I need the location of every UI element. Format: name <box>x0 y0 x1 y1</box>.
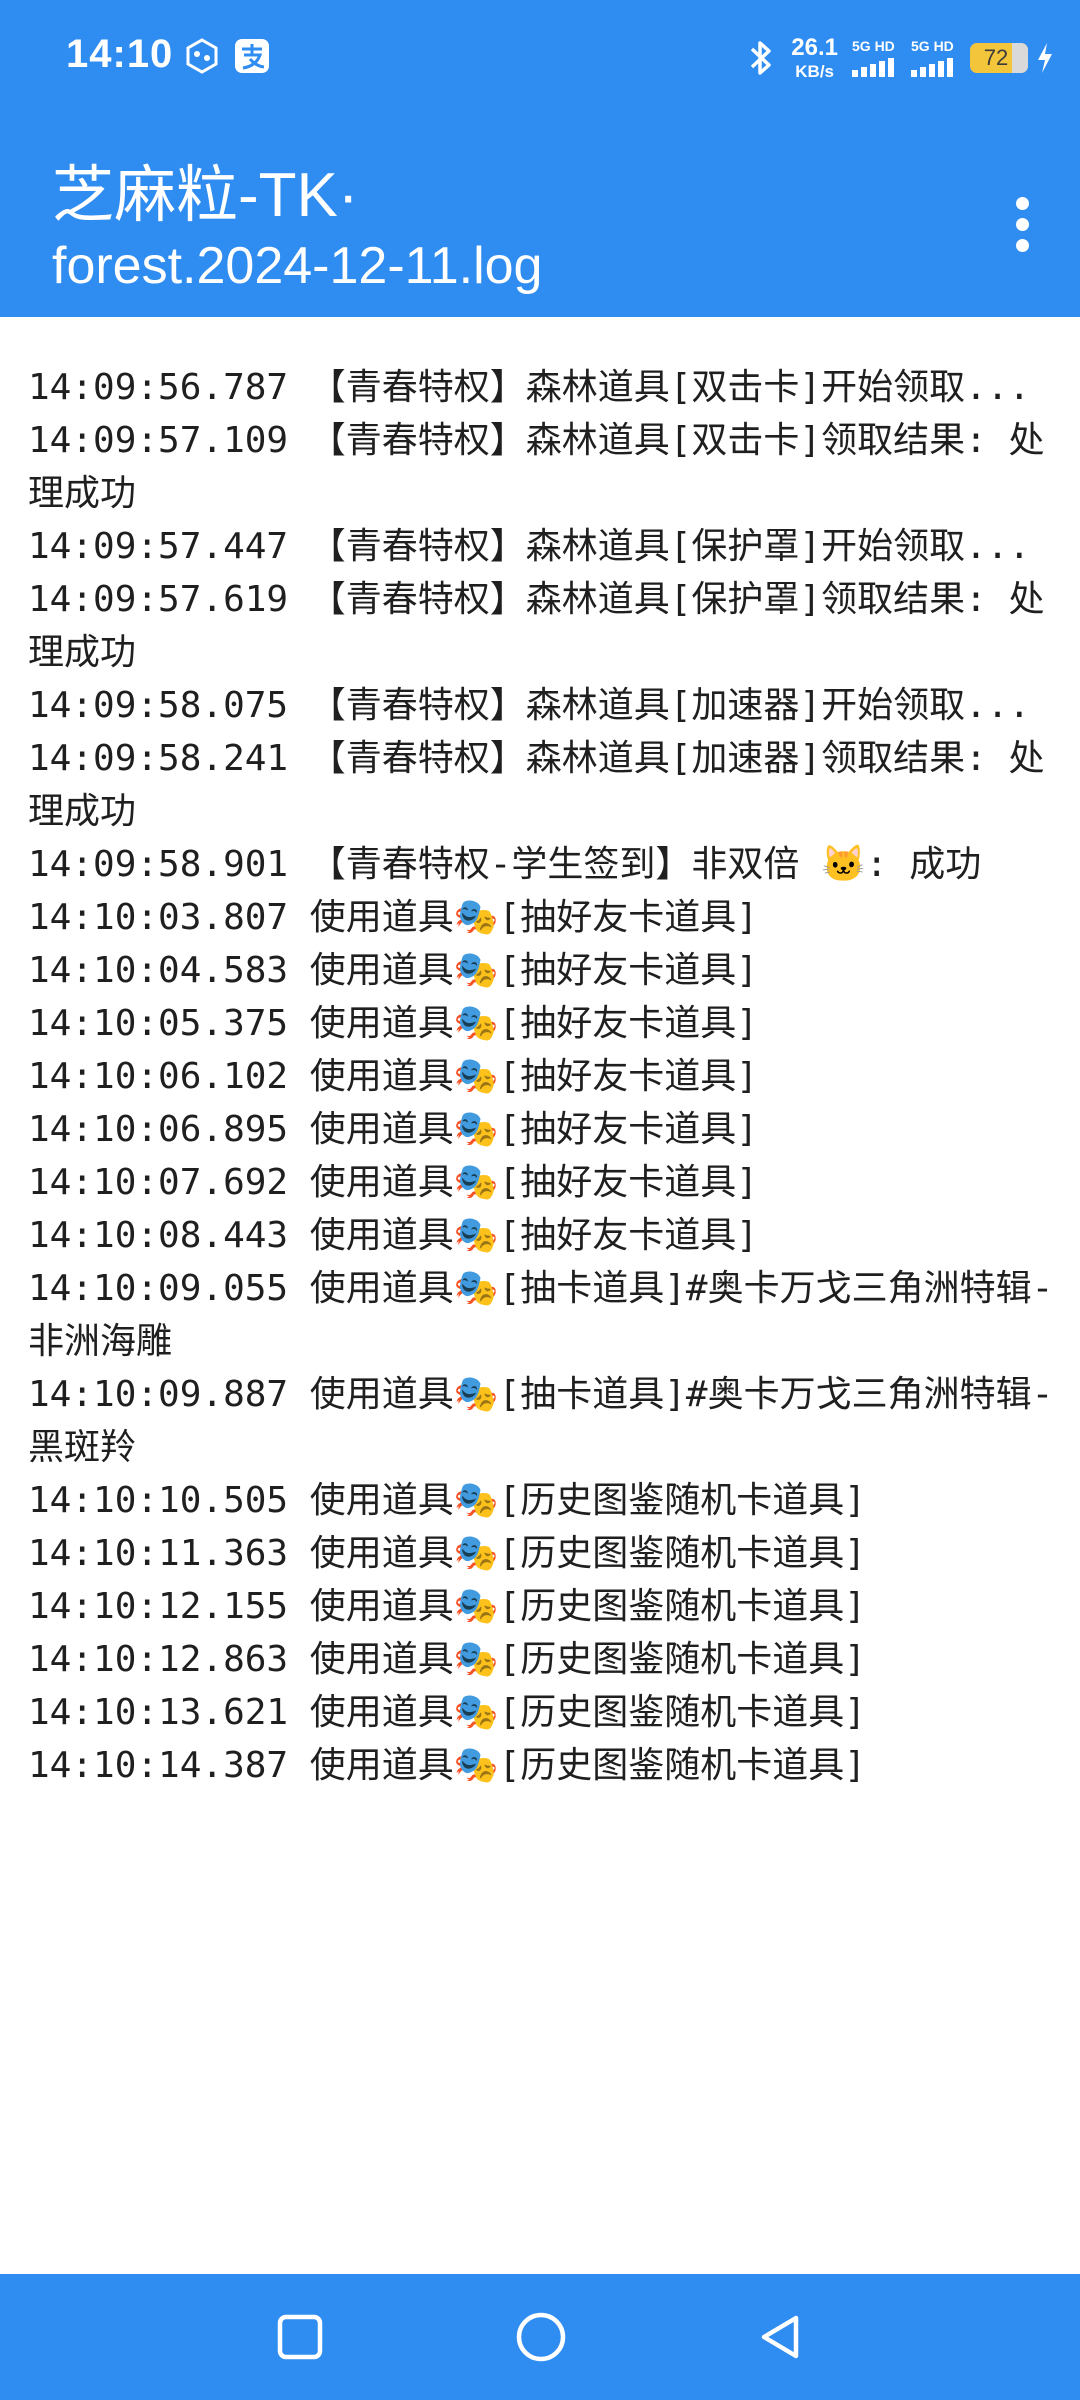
log-line: 14:09:58.241 【青春特权】森林道具[加速器]领取结果: 处理成功 <box>28 738 1045 832</box>
log-line: 14:09:56.787 【青春特权】森林道具[双击卡]开始领取... <box>28 367 1031 408</box>
log-line: 14:10:08.443 使用道具🎭[抽好友卡道具] <box>28 1215 758 1256</box>
log-line: 14:10:03.807 使用道具🎭[抽好友卡道具] <box>28 897 758 938</box>
back-button[interactable] <box>746 2302 816 2372</box>
net-speed-unit: KB/s <box>795 62 834 81</box>
net-speed-value: 26.1 <box>791 34 838 61</box>
sim1-signal: 5G HD <box>852 39 897 77</box>
log-line: 14:10:05.375 使用道具🎭[抽好友卡道具] <box>28 1003 758 1044</box>
bluetooth-icon <box>751 41 772 75</box>
log-line: 14:10:10.505 使用道具🎭[历史图鉴随机卡道具] <box>28 1480 866 1521</box>
log-line: 14:10:09.887 使用道具🎭[抽卡道具]#奥卡万戈三角洲特辑-黑斑羚 <box>28 1374 1054 1468</box>
status-right-group: 26.1 KB/s 5G HD 5G HD 72 <box>731 30 1054 86</box>
more-options-button[interactable] <box>990 192 1054 256</box>
log-line: 14:10:12.155 使用道具🎭[历史图鉴随机卡道具] <box>28 1586 866 1627</box>
log-line: 14:09:57.447 【青春特权】森林道具[保护罩]开始领取... <box>28 526 1031 567</box>
recents-button[interactable] <box>265 2302 335 2372</box>
alipay-icon <box>235 39 269 73</box>
log-line: 14:10:09.055 使用道具🎭[抽卡道具]#奥卡万戈三角洲特辑-非洲海雕 <box>28 1268 1054 1362</box>
log-line: 14:09:58.901 【青春特权-学生签到】非双倍 🐱: 成功 <box>28 844 982 885</box>
log-file-name: forest.2024-12-11.log <box>52 237 543 295</box>
recents-square-icon <box>277 2314 323 2360</box>
sim2-signal: 5G HD <box>911 39 956 77</box>
navigation-bar <box>0 2274 1080 2400</box>
charging-icon <box>1038 43 1052 73</box>
log-line: 14:10:04.583 使用道具🎭[抽好友卡道具] <box>28 950 758 991</box>
status-bar: 14:10 26.1 KB/s 5G HD 5G HD 72 <box>0 0 1080 116</box>
app-title: 芝麻粒-TK· <box>52 161 359 230</box>
signal-icon <box>852 57 897 77</box>
log-line: 14:10:12.863 使用道具🎭[历史图鉴随机卡道具] <box>28 1639 866 1680</box>
top-header: 14:10 26.1 KB/s 5G HD 5G HD 72 芝麻粒-TK· f… <box>0 0 1080 317</box>
sim1-label: 5G HD <box>852 38 895 54</box>
log-line: 14:10:11.363 使用道具🎭[历史图鉴随机卡道具] <box>28 1533 866 1574</box>
log-line: 14:09:57.619 【青春特权】森林道具[保护罩]领取结果: 处理成功 <box>28 579 1045 673</box>
log-line: 14:10:06.102 使用道具🎭[抽好友卡道具] <box>28 1056 758 1097</box>
log-line: 14:09:58.075 【青春特权】森林道具[加速器]开始领取... <box>28 685 1031 726</box>
battery-icon: 72 <box>970 43 1028 73</box>
net-speed: 26.1 KB/s <box>791 34 838 81</box>
log-line: 14:10:06.895 使用道具🎭[抽好友卡道具] <box>28 1109 758 1150</box>
back-triangle-icon <box>761 2315 799 2359</box>
more-vert-icon <box>1015 196 1029 210</box>
log-line: 14:10:14.387 使用道具🎭[历史图鉴随机卡道具] <box>28 1745 866 1786</box>
log-line: 14:10:13.621 使用道具🎭[历史图鉴随机卡道具] <box>28 1692 866 1733</box>
notification-app-icon <box>186 38 218 74</box>
app-bar-title: 芝麻粒-TK· forest.2024-12-11.log <box>52 158 952 298</box>
home-circle-icon <box>516 2312 566 2362</box>
signal-icon <box>911 57 956 77</box>
battery-level: 72 <box>983 45 1009 70</box>
home-button[interactable] <box>506 2302 576 2372</box>
status-time: 14:10 <box>66 32 174 76</box>
log-content[interactable]: 14:09:56.787 【青春特权】森林道具[双击卡]开始领取... 14:09… <box>28 361 1058 1792</box>
log-line: 14:10:07.692 使用道具🎭[抽好友卡道具] <box>28 1162 758 1203</box>
sim2-label: 5G HD <box>911 38 954 54</box>
log-line: 14:09:57.109 【青春特权】森林道具[双击卡]领取结果: 处理成功 <box>28 420 1045 514</box>
